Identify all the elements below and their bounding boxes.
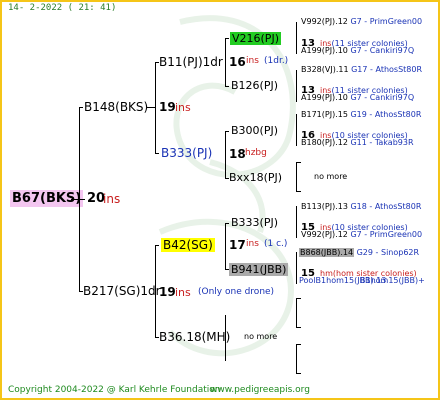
connector (296, 191, 301, 192)
connector (225, 131, 229, 132)
gen2-1-unit: hzbg (245, 148, 267, 158)
gen1-dam-count: 19 (159, 285, 176, 299)
connector (296, 70, 297, 102)
connector (225, 223, 229, 224)
gen1-sire-unit: ins (175, 101, 191, 114)
gen1-dam-note: (Only one drone) (198, 287, 275, 297)
gen4-0-top: V992(PJ).12 G7 - PrimGreen00 (301, 17, 423, 26)
connector (296, 162, 301, 163)
connector (155, 62, 156, 153)
connector (155, 245, 159, 246)
gen3-5-name[interactable]: B941(JBB) (229, 263, 289, 276)
gen4-4-top: B113(PJ).13 G18 - AthosSt80R (301, 202, 422, 211)
connector (296, 344, 297, 374)
gen3-2-name[interactable]: B300(PJ) (231, 125, 278, 136)
gen1-dam-name[interactable]: B217(SG)1dr (83, 285, 161, 297)
connector (296, 252, 297, 284)
footer-url[interactable]: www.pedigreeapis.org (210, 386, 310, 395)
gen4-4-bottom: V992(PJ).12 G7 - PrimGreen00 (301, 230, 423, 239)
footer-copyright: Copyright 2004-2022 @ Karl Kehrle Founda… (8, 385, 221, 395)
connector (225, 38, 226, 86)
connector (155, 245, 156, 337)
gen2-2-note: (1 c.) (264, 239, 288, 249)
connector (296, 298, 297, 328)
gen2-1-count: 18 (229, 147, 246, 161)
connector (296, 327, 301, 328)
gen4-0-bottom: A199(PJ).10 G7 - Cankiri97Q (301, 46, 415, 55)
connector (225, 315, 226, 361)
gen3-3-note: no more (314, 172, 348, 181)
connector (296, 22, 297, 54)
gen2-0-count: 16 (229, 55, 246, 69)
connector (296, 344, 301, 345)
connector (296, 114, 297, 146)
connector (296, 298, 301, 299)
gen3-0-name[interactable]: V216(PJ) (230, 32, 281, 45)
gen4-1-top: B328(VJ).11 G17 - AthosSt80R (301, 65, 423, 74)
gen2-0-name[interactable]: B11(PJ)1dr (159, 56, 223, 68)
gen2-3-note: no more (244, 332, 278, 341)
connector (296, 162, 297, 192)
gen2-2-name[interactable]: B42(SG) (161, 238, 215, 252)
connector (225, 223, 226, 269)
connector (296, 373, 301, 374)
gen2-2-count: 17 (229, 238, 246, 252)
header-date: 14- 2-2022 ( 21: 41) (8, 3, 117, 13)
connector (79, 107, 80, 292)
gen3-4-name[interactable]: B333(PJ) (231, 217, 278, 228)
connector (296, 206, 297, 238)
connector (79, 107, 83, 108)
gen4-1-bottom: A199(PJ).10 G7 - Cankiri97Q (301, 93, 415, 102)
root-unit: ins (103, 192, 121, 206)
gen2-0-note: (1dr.) (264, 56, 289, 66)
gen1-sire-name[interactable]: B148(BKS) (84, 101, 148, 113)
gen2-1-name[interactable]: B333(PJ) (161, 147, 212, 159)
connector (225, 131, 226, 178)
gen4-5-overlap: B1hom15(JBB)+ (360, 276, 425, 285)
connector (225, 86, 229, 87)
gen2-0-unit: ins (246, 56, 259, 66)
gen2-2-unit: ins (246, 239, 259, 249)
gen1-dam-unit: ins (175, 286, 191, 299)
gen4-5-top: B868(JBB).14 G29 - Sinop62R (299, 248, 420, 257)
gen3-3-name[interactable]: Bxx18(PJ) (229, 172, 282, 183)
gen4-2-bottom: B180(PJ).12 G11 - Takab93R (301, 138, 414, 147)
gen3-1-name[interactable]: B126(PJ) (231, 80, 278, 91)
connector (147, 107, 155, 108)
gen2-3-name[interactable]: B36.18(MH) (159, 331, 230, 343)
gen1-sire-count: 19 (159, 100, 176, 114)
connector (225, 38, 229, 39)
connector (155, 153, 159, 154)
connector (71, 199, 85, 200)
gen4-2-top: B171(PJ).15 G19 - AthosSt80R (301, 110, 422, 119)
